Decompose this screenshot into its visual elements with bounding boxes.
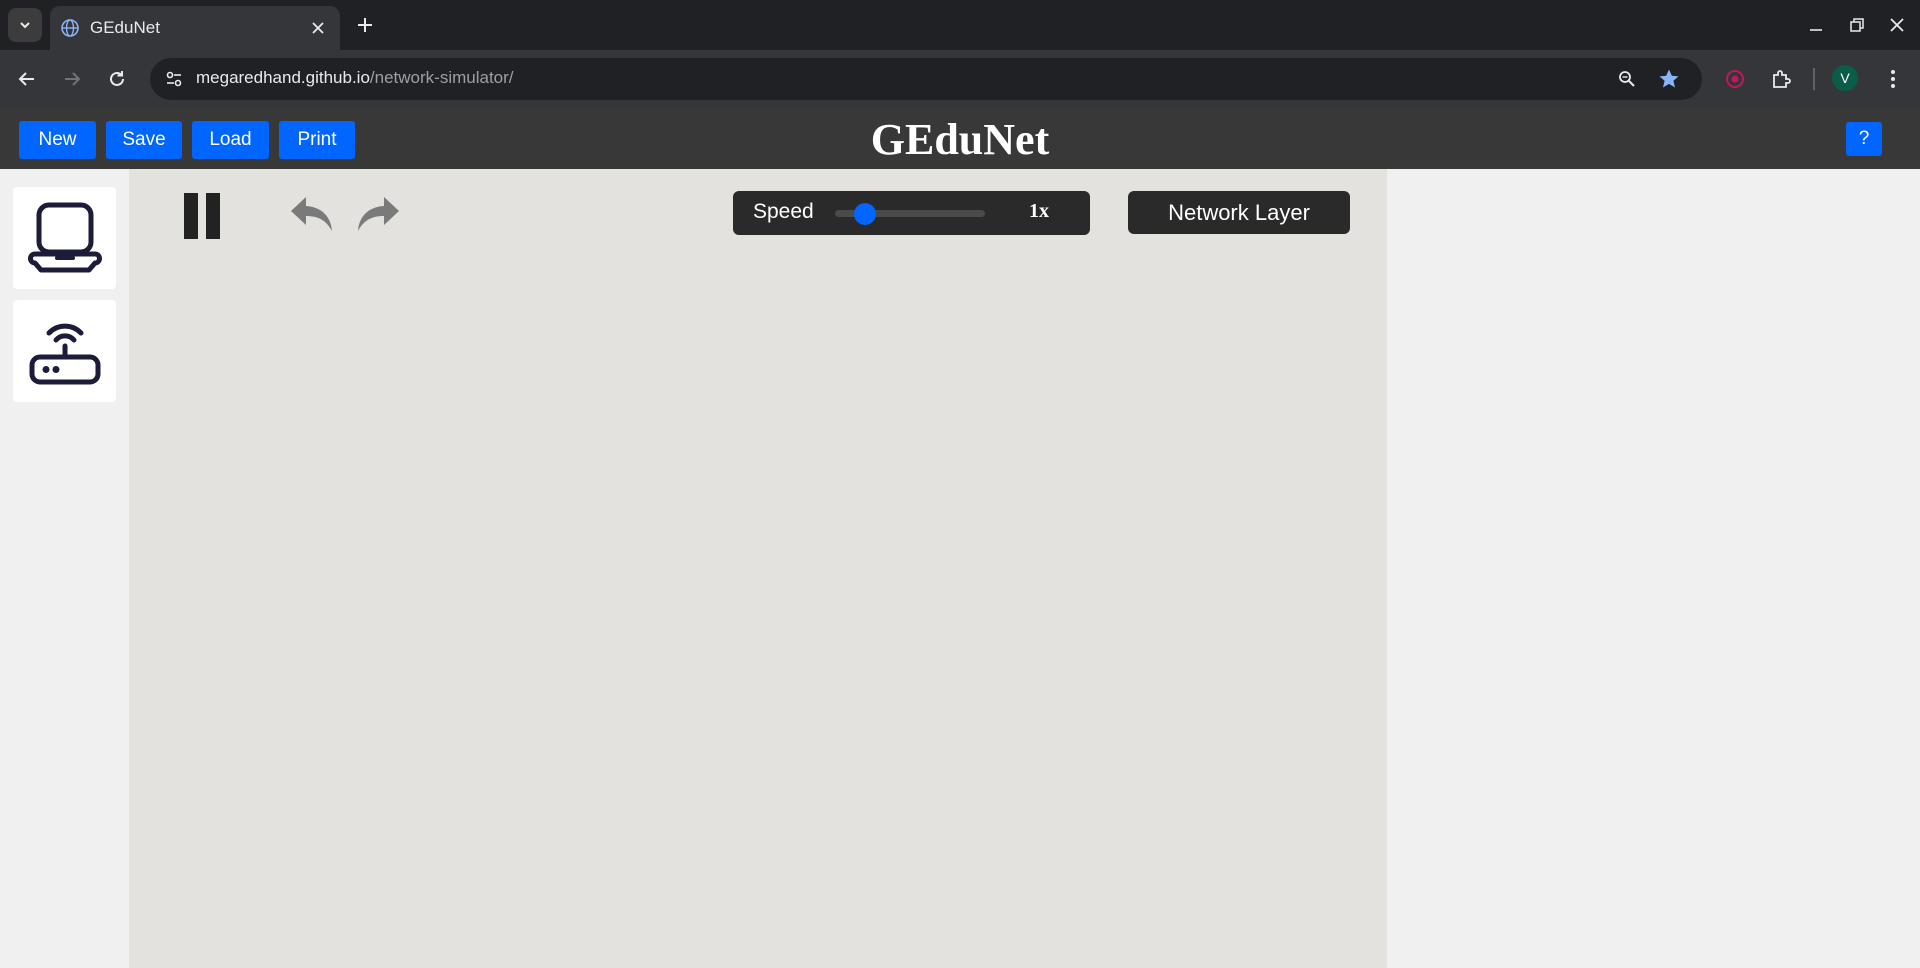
url-text[interactable]: megaredhand.github.io/network-simulator/ [196, 68, 514, 88]
minimize-icon [1810, 29, 1822, 31]
new-button[interactable]: New [19, 121, 96, 159]
speed-slider-thumb[interactable] [854, 203, 876, 225]
speed-control: Speed 1x [733, 191, 1090, 235]
minimize-button[interactable] [1798, 10, 1834, 40]
pause-icon [184, 193, 198, 239]
arrow-left-icon [18, 72, 34, 86]
close-icon [1890, 18, 1904, 32]
redo-button[interactable] [356, 195, 400, 235]
router-icon [29, 323, 100, 385]
restore-button[interactable] [1839, 10, 1875, 40]
url-host: megaredhand.github.io [196, 68, 370, 87]
print-button[interactable]: Print [279, 121, 355, 159]
extensions-icon[interactable] [1764, 62, 1798, 96]
profile-avatar[interactable]: V [1832, 65, 1858, 91]
restore-icon [1850, 18, 1864, 32]
speed-label: Speed [753, 200, 814, 223]
url-path: /network-simulator/ [369, 68, 514, 87]
tab-list-button[interactable] [8, 8, 42, 42]
pause-icon-bar [206, 193, 220, 239]
toolbar-divider [1813, 68, 1815, 90]
address-bar[interactable]: megaredhand.github.io/network-simulator/ [150, 58, 1702, 100]
chevron-down-icon [20, 22, 30, 29]
tab-title: GEduNet [90, 18, 160, 37]
help-button[interactable]: ? [1846, 122, 1882, 156]
reload-button[interactable] [100, 62, 134, 96]
toolbox-router[interactable] [13, 300, 116, 402]
speed-slider[interactable] [835, 203, 985, 225]
reload-icon [110, 71, 124, 86]
forward-button[interactable] [55, 62, 89, 96]
network-layer-button[interactable]: Network Layer [1128, 191, 1350, 234]
redo-icon [358, 197, 399, 231]
save-button[interactable]: Save [106, 121, 182, 159]
zoom-icon[interactable] [1612, 64, 1642, 94]
plus-icon [358, 18, 372, 32]
pause-button[interactable] [175, 193, 227, 241]
arrow-right-icon [65, 72, 81, 86]
close-tab-icon[interactable] [304, 14, 332, 42]
close-window-button[interactable] [1879, 10, 1915, 40]
undo-button[interactable] [290, 195, 334, 235]
load-button[interactable]: Load [192, 121, 269, 159]
globe-icon [60, 18, 80, 38]
undo-icon [291, 197, 332, 231]
site-info-icon[interactable] [158, 63, 190, 95]
speed-value: 1x [1029, 200, 1049, 222]
bookmark-star-icon[interactable] [1654, 64, 1684, 94]
laptop-icon [27, 202, 102, 273]
network-canvas[interactable] [129, 169, 1387, 968]
browser-menu-icon[interactable] [1876, 62, 1910, 96]
back-button[interactable] [10, 62, 44, 96]
browser-tab[interactable]: GEduNet [50, 6, 340, 50]
new-tab-button[interactable] [350, 10, 380, 40]
recording-extension-icon[interactable] [1718, 62, 1752, 96]
toolbox-laptop[interactable] [13, 187, 116, 289]
